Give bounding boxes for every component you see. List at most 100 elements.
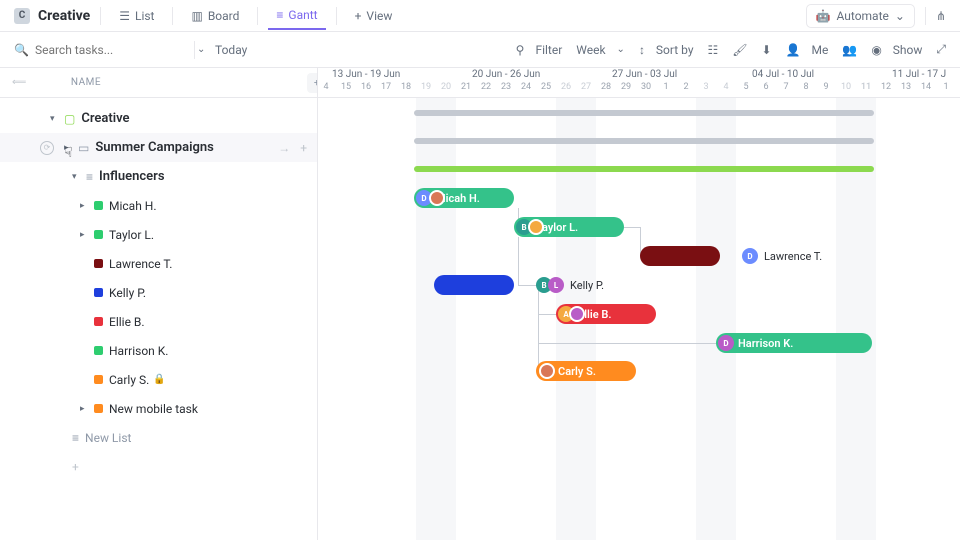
week-label: 11 Jul - 17 J (892, 69, 946, 80)
task-row-label[interactable]: Micah H. (109, 199, 157, 213)
space-title: Creative (38, 8, 90, 24)
task-row-label[interactable]: Harrison K. (109, 344, 168, 358)
task-row-label[interactable]: Taylor L. (109, 228, 154, 242)
task-status-button[interactable]: ⟳ (40, 141, 54, 155)
gantt-task-bar[interactable]: AEllie B. (556, 304, 656, 324)
summary-bar[interactable] (414, 166, 874, 172)
day-label: 20 (436, 82, 456, 92)
day-label: 8 (796, 82, 816, 92)
task-status-square[interactable] (94, 375, 103, 384)
zoom-week-button[interactable]: Week ⌄ (576, 43, 625, 57)
task-status-square[interactable] (94, 259, 103, 268)
me-label: Me (812, 43, 829, 57)
show-label: Show (893, 43, 923, 57)
gantt-bar-label: Harrison K. (738, 337, 793, 350)
filter-button[interactable]: ⚲ Filter (516, 43, 563, 57)
list-icon: ☰ (119, 9, 130, 23)
summary-bar[interactable] (414, 110, 874, 116)
gantt-task-bar[interactable]: Carly S. (536, 361, 636, 381)
day-label: 16 (356, 82, 376, 92)
day-label: 5 (736, 82, 756, 92)
day-label: 14 (916, 82, 936, 92)
people-icon[interactable]: 👥 (842, 43, 857, 57)
me-filter-button[interactable]: 👤 Me (786, 43, 829, 57)
weekend-shade (836, 98, 876, 540)
task-row-label[interactable]: Kelly P. (109, 286, 146, 300)
task-row-label[interactable]: New mobile task (109, 402, 198, 416)
add-view-button[interactable]: + View (347, 3, 401, 29)
day-label: 13 (896, 82, 916, 92)
tree-root[interactable]: Creative (81, 111, 129, 126)
caret-icon[interactable]: ▸ (80, 404, 90, 414)
day-label: 11 (856, 82, 876, 92)
download-icon[interactable]: ⬇ (762, 43, 772, 57)
gantt-task-bar[interactable]: BTaylor L. (514, 217, 624, 237)
gantt-external-label[interactable]: D Lawrence T. (742, 248, 822, 264)
day-label: 1 (656, 82, 676, 92)
space-icon: ▢ (64, 112, 75, 126)
gantt-external-label[interactable]: BLKelly P. (536, 277, 604, 293)
assignee-badge: D (742, 248, 758, 264)
sort-button[interactable]: ↕ Sort by (639, 43, 694, 57)
day-label: 4 (716, 82, 736, 92)
fullscreen-icon[interactable]: ⤢ (936, 42, 946, 57)
caret-icon[interactable]: ▾ (50, 114, 60, 124)
new-list-button[interactable]: New List (85, 431, 131, 445)
tree-list[interactable]: Influencers (99, 169, 164, 184)
chevron-down-icon[interactable]: ⌄ (197, 44, 205, 55)
day-label: 18 (396, 82, 416, 92)
task-status-square[interactable] (94, 288, 103, 297)
zoom-label: Week (576, 43, 605, 57)
view-board[interactable]: ▥ Board (183, 3, 247, 29)
weekend-shade (696, 98, 736, 540)
assignee-badge: D (718, 335, 734, 351)
share-icon[interactable]: ⋔ (936, 9, 946, 23)
day-label: 23 (496, 82, 516, 92)
gantt-task-bar[interactable] (434, 275, 514, 295)
caret-icon[interactable]: ▾ (72, 172, 82, 182)
view-gantt[interactable]: ≡ Gantt (268, 2, 325, 30)
dependency-line (538, 343, 718, 344)
view-board-label: Board (208, 9, 240, 23)
task-row-label[interactable]: Carly S. (109, 373, 149, 387)
search-input[interactable] (35, 43, 191, 57)
arrow-right-icon[interactable]: → (278, 141, 290, 155)
eye-icon: ◉ (871, 43, 881, 57)
task-status-square[interactable] (94, 201, 103, 210)
assignee-badge: L (548, 277, 564, 293)
dependency-line (538, 285, 539, 371)
task-status-square[interactable] (94, 404, 103, 413)
plus-icon[interactable]: + (300, 141, 307, 155)
task-status-square[interactable] (94, 346, 103, 355)
day-label: 25 (536, 82, 556, 92)
add-button[interactable]: + (72, 460, 79, 474)
dependency-line (538, 314, 558, 315)
summary-bar[interactable] (414, 138, 874, 144)
add-view-label: View (366, 9, 392, 23)
automate-button[interactable]: 🤖 Automate ⌄ (806, 4, 915, 28)
assignee-avatar (539, 363, 555, 379)
day-label: 10 (836, 82, 856, 92)
task-row-label[interactable]: Ellie B. (109, 315, 145, 329)
group-icon[interactable]: ☷ (708, 43, 719, 57)
add-column-button[interactable]: + (307, 73, 318, 93)
lock-icon: 🔒 (153, 374, 165, 385)
caret-icon[interactable]: ▸ (80, 201, 90, 211)
tree-folder[interactable]: Summer Campaigns (95, 140, 213, 155)
gantt-task-bar[interactable]: D Harrison K. (716, 333, 872, 353)
assignee-avatar (569, 306, 585, 322)
gantt-task-bar[interactable] (640, 246, 720, 266)
caret-icon[interactable]: ▸ (80, 230, 90, 240)
task-status-square[interactable] (94, 317, 103, 326)
gantt-external-text: Lawrence T. (764, 250, 822, 263)
ink-icon[interactable]: 🖌 (732, 43, 747, 57)
collapse-panel-icon[interactable]: ⟸ (12, 77, 27, 88)
robot-icon: 🤖 (816, 9, 831, 23)
today-button[interactable]: Today (215, 43, 247, 57)
caret-icon[interactable]: ▸ (64, 143, 74, 153)
show-button[interactable]: ◉ Show (871, 43, 922, 57)
view-list[interactable]: ☰ List (111, 3, 162, 29)
task-status-square[interactable] (94, 230, 103, 239)
task-row-label[interactable]: Lawrence T. (109, 257, 172, 271)
gantt-task-bar[interactable]: DMicah H. (414, 188, 514, 208)
